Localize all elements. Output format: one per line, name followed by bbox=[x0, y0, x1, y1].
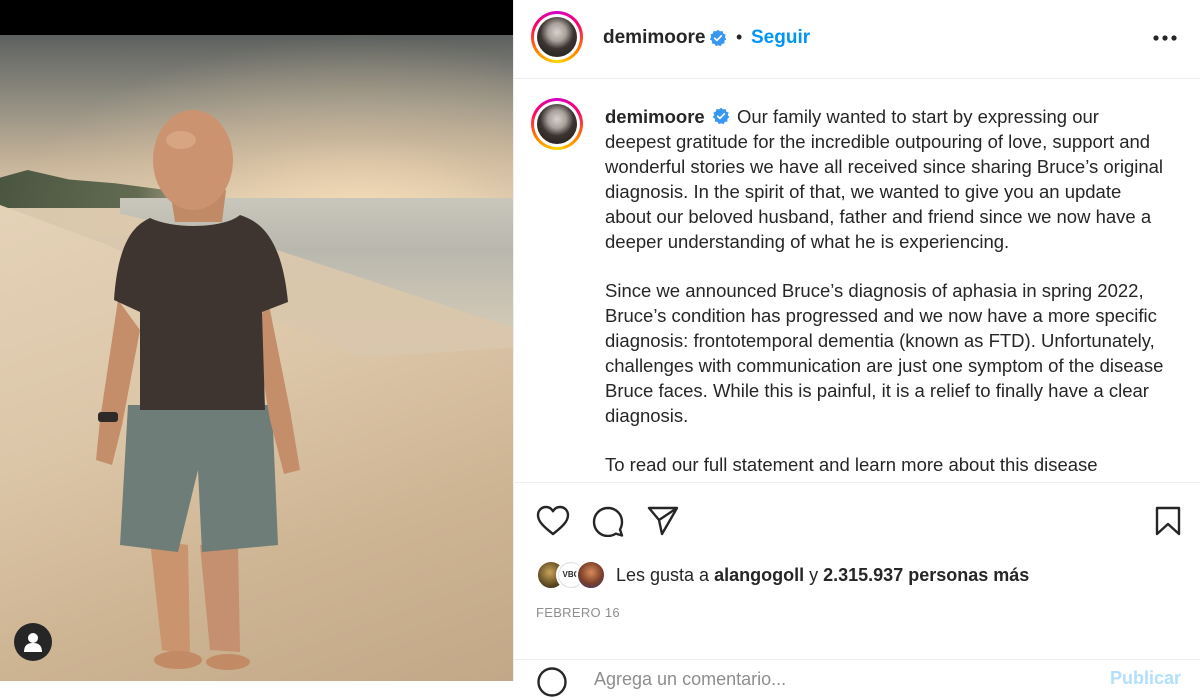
likes-summary: Les gusta a alangogoll y 2.315.937 perso… bbox=[616, 565, 1029, 586]
caption-paragraph-1: demimoore Our family wanted to start by … bbox=[605, 104, 1165, 254]
likes-connector: y bbox=[809, 565, 819, 585]
caption-paragraph-2: Since we announced Bruce’s diagnosis of … bbox=[605, 280, 1164, 426]
comment-row: Publicar bbox=[514, 659, 1200, 700]
comment-input[interactable] bbox=[592, 668, 996, 691]
bookmark-icon[interactable] bbox=[1154, 505, 1182, 537]
post-date[interactable]: FEBRERO 16 bbox=[536, 605, 620, 620]
tagged-users-button[interactable] bbox=[14, 623, 52, 661]
separator-dot: • bbox=[736, 27, 743, 47]
caption-body-1: Our family wanted to start by expressing… bbox=[605, 106, 1164, 252]
share-icon[interactable] bbox=[646, 505, 680, 537]
emoji-icon[interactable] bbox=[536, 666, 568, 698]
verified-badge-icon bbox=[709, 29, 727, 47]
follow-button[interactable]: Seguir bbox=[751, 27, 810, 49]
post-actions: VBC Les gusta a alangogoll y 2.315.937 p… bbox=[514, 482, 1200, 697]
caption-paragraph-3: To read our full statement and learn mor… bbox=[605, 454, 1098, 475]
author-avatar[interactable] bbox=[531, 11, 583, 63]
user-icon bbox=[24, 633, 42, 652]
author-username[interactable]: demimoore bbox=[603, 27, 705, 49]
caption-username[interactable]: demimoore bbox=[605, 106, 705, 127]
likes-count[interactable]: 2.315.937 personas más bbox=[823, 565, 1029, 585]
caption-author-avatar[interactable] bbox=[531, 98, 583, 150]
caption-section: demimoore Our family wanted to start by … bbox=[514, 80, 1200, 482]
likes-prefix: Les gusta a bbox=[616, 565, 710, 585]
verified-badge-icon bbox=[712, 107, 730, 125]
likes-row: VBC Les gusta a alangogoll y 2.315.937 p… bbox=[536, 560, 1176, 590]
caption-text: demimoore Our family wanted to start by … bbox=[605, 104, 1165, 482]
heart-icon[interactable] bbox=[536, 505, 570, 537]
person-figure bbox=[96, 110, 300, 670]
post-panel: demimoore • Seguir demimoore Our family … bbox=[513, 0, 1200, 697]
more-horizontal-icon[interactable] bbox=[1152, 26, 1178, 50]
post-media[interactable] bbox=[0, 0, 513, 681]
publish-button[interactable]: Publicar bbox=[1110, 668, 1181, 689]
liker-username[interactable]: alangogoll bbox=[714, 565, 804, 585]
post-header: demimoore • Seguir bbox=[514, 0, 1200, 79]
liker-avatar[interactable] bbox=[576, 560, 606, 590]
comment-icon[interactable] bbox=[591, 505, 625, 537]
